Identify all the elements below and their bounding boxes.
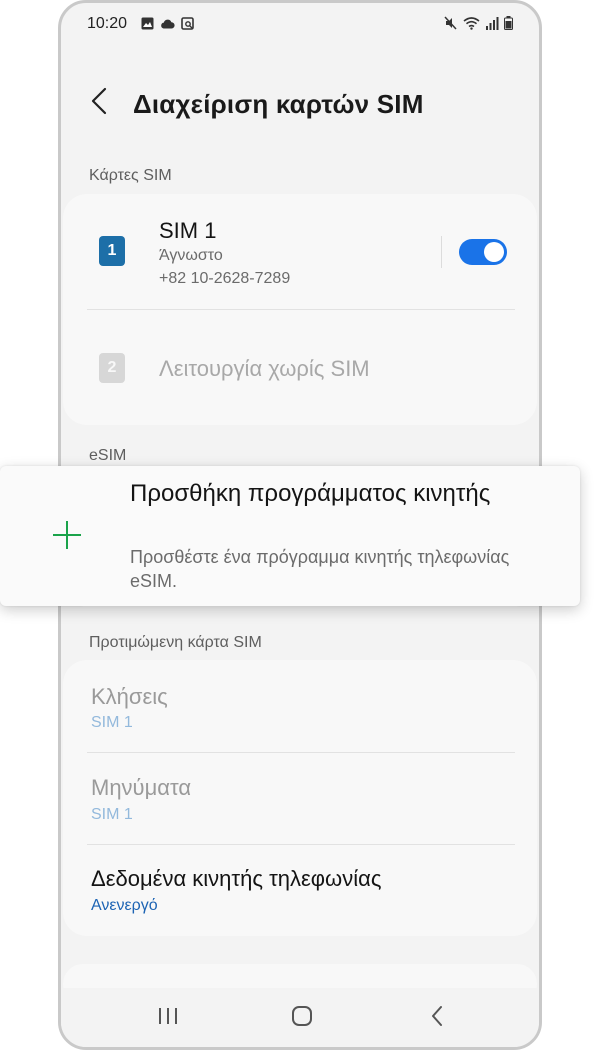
app-bar: Διαχείριση καρτών SIM — [61, 73, 539, 133]
sim1-name: SIM 1 — [159, 218, 217, 243]
add-mobile-plan-title: Προσθήκη προγράμματος κινητής — [130, 480, 491, 507]
wifi-icon — [463, 16, 480, 35]
add-mobile-plan-subtitle: Προσθέστε ένα πρόγραμμα κινητής τηλεφωνί… — [130, 547, 510, 591]
preferred-sim-header: Προτιμώμενη κάρτα SIM — [89, 634, 262, 651]
sim2-icon: 2 — [99, 353, 125, 383]
calls-row[interactable]: Κλήσεις SIM 1 — [63, 660, 537, 752]
cloud-icon — [160, 17, 175, 35]
signal-icon — [485, 16, 499, 35]
sim1-number: +82 10-2628-7289 — [159, 270, 291, 287]
sim1-icon: 1 — [99, 236, 125, 266]
sim-cards-header: Κάρτες SIM — [89, 167, 172, 184]
calls-value: SIM 1 — [91, 714, 133, 731]
page-title: Διαχείριση καρτών SIM — [133, 89, 424, 119]
nav-back-button[interactable] — [417, 1002, 457, 1034]
navigation-bar — [61, 988, 539, 1047]
battery-icon — [504, 16, 513, 35]
recents-button[interactable] — [148, 1002, 188, 1034]
status-bar: 10:20 — [61, 3, 539, 43]
sim1-toggle[interactable] — [459, 239, 507, 265]
sim2-badge: 2 — [107, 359, 117, 376]
sim1-status: Άγνωστο — [159, 247, 223, 264]
recents-icon — [157, 1006, 179, 1031]
messages-row[interactable]: Μηνύματα SIM 1 — [63, 753, 537, 845]
back-icon — [430, 1005, 444, 1032]
home-icon — [291, 1005, 313, 1032]
sim2-row[interactable]: 2 Λειτουργία χωρίς SIM — [63, 310, 537, 424]
plus-icon — [52, 520, 82, 555]
messages-title: Μηνύματα — [91, 775, 192, 800]
toggle-knob — [484, 242, 504, 262]
toggle-divider — [441, 236, 442, 268]
mobile-data-value: Ανενεργό — [91, 897, 158, 914]
gallery-icon — [141, 17, 154, 35]
mobile-data-title: Δεδομένα κινητής τηλεφωνίας — [91, 866, 382, 891]
mute-icon — [444, 16, 458, 35]
messages-value: SIM 1 — [91, 806, 133, 823]
sim1-row[interactable]: 1 SIM 1 Άγνωστο +82 10-2628-7289 — [63, 194, 537, 308]
sim-cards-card: 1 SIM 1 Άγνωστο +82 10-2628-7289 2 Λειτο… — [63, 194, 537, 425]
back-arrow-icon — [91, 87, 107, 120]
sim1-badge: 1 — [107, 242, 117, 259]
back-button[interactable] — [81, 85, 117, 121]
status-time: 10:20 — [87, 15, 128, 32]
screenshot-icon — [181, 17, 194, 35]
home-button[interactable] — [282, 1002, 322, 1034]
mobile-data-row[interactable]: Δεδομένα κινητής τηλεφωνίας Ανενεργό — [63, 845, 537, 935]
sim2-label: Λειτουργία χωρίς SIM — [159, 356, 370, 381]
calls-title: Κλήσεις — [91, 684, 168, 709]
esim-header: eSIM — [89, 447, 127, 464]
preferred-sim-card: Κλήσεις SIM 1 Μηνύματα SIM 1 Δεδομένα κι… — [63, 660, 537, 936]
